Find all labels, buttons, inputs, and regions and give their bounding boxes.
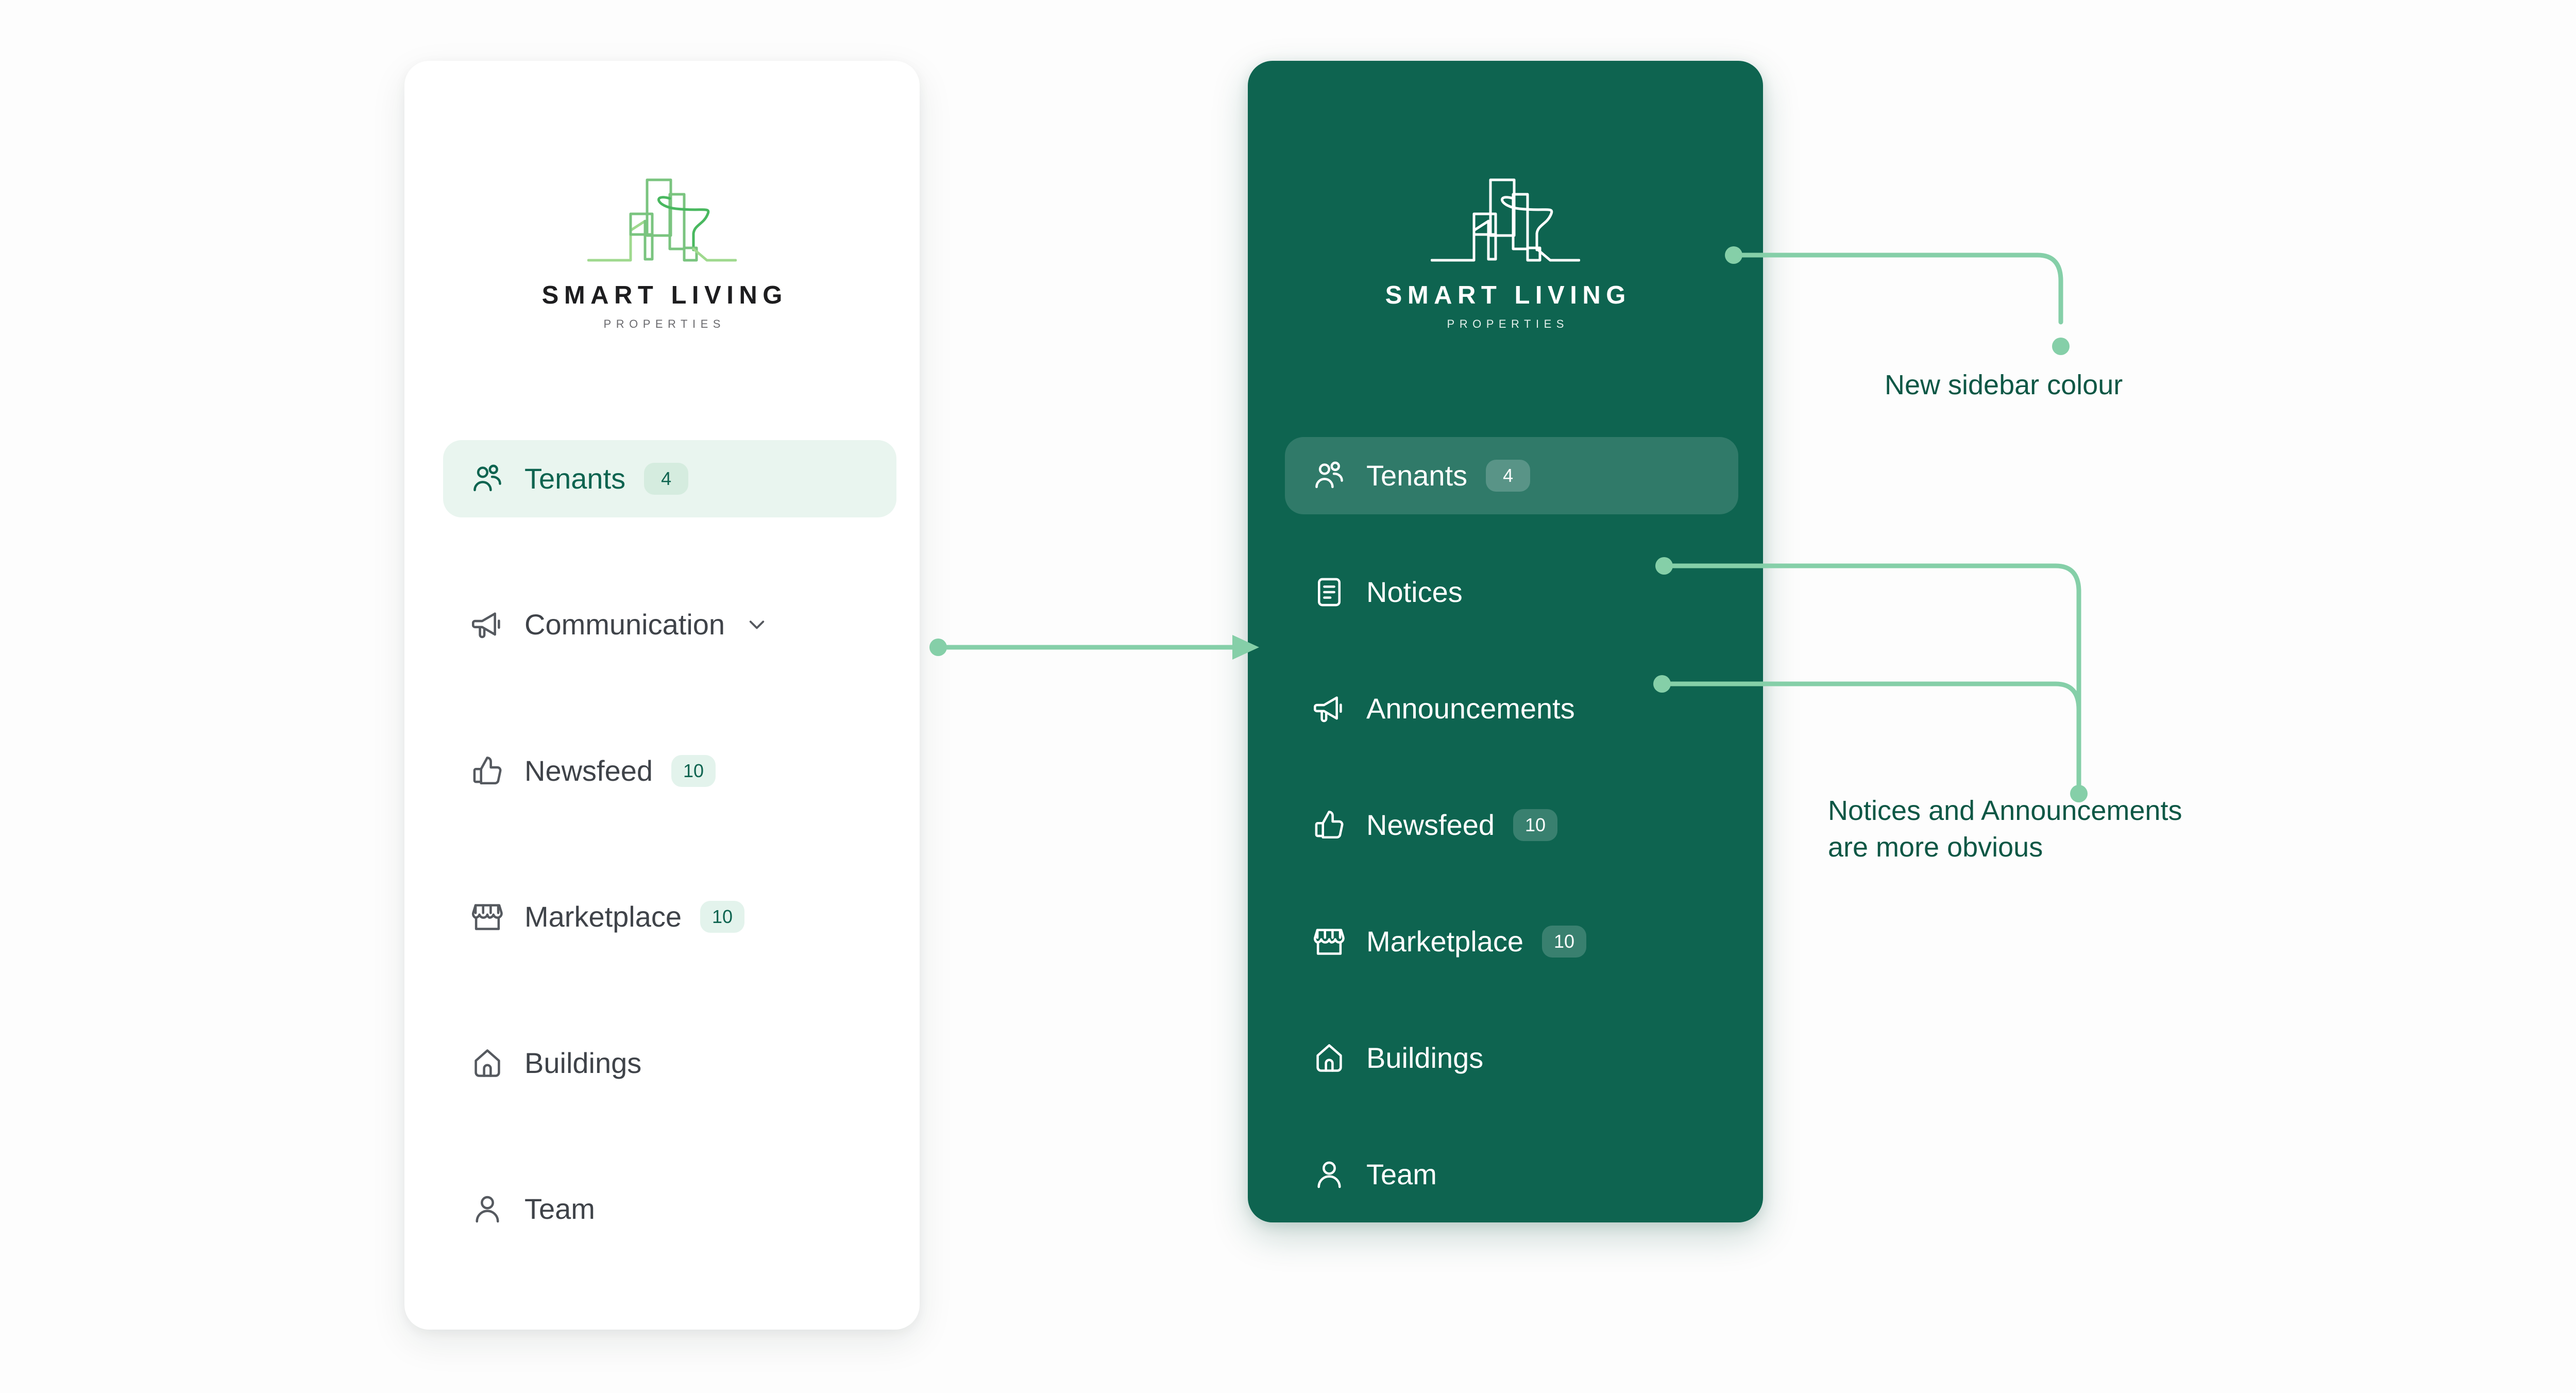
sidebar-item-label: Tenants [1366, 459, 1468, 492]
sidebar-item-newsfeed[interactable]: Newsfeed 10 [443, 732, 896, 810]
building-skyline-logo-icon [587, 178, 737, 262]
sidebar-item-buildings[interactable]: Buildings [1285, 1019, 1738, 1097]
annotation-canvas: SMART LIVING PROPERTIES Tenants 4 Communic… [0, 0, 2576, 1393]
transition-arrow [929, 635, 1259, 660]
storefront-icon [469, 898, 506, 935]
sidebar-item-label: Communication [524, 608, 725, 641]
home-icon [469, 1045, 506, 1082]
document-list-icon [1311, 574, 1348, 611]
annotation-sidebar-colour: New sidebar colour [1885, 370, 2123, 400]
storefront-icon [1311, 923, 1348, 960]
home-icon [1311, 1039, 1348, 1077]
sidebar-item-tenants[interactable]: Tenants 4 [443, 440, 896, 517]
callout-sidebar-colour [1725, 246, 2070, 355]
sidebar-item-badge: 4 [644, 463, 689, 495]
sidebar-item-marketplace[interactable]: Marketplace 10 [1285, 903, 1738, 980]
sidebar-item-label: Newsfeed [1366, 809, 1495, 841]
logo-tagline: PROPERTIES [1447, 317, 1569, 330]
dark-sidebar-card: SMART LIVING PROPERTIES Tenants 4 Notices A… [1248, 61, 1763, 1222]
sidebar-item-badge: 4 [1486, 460, 1531, 492]
sidebar-item-buildings[interactable]: Buildings [443, 1025, 896, 1102]
sidebar-item-label: Marketplace [524, 900, 682, 933]
sidebar-item-newsfeed[interactable]: Newsfeed 10 [1285, 786, 1738, 864]
sidebar-item-marketplace[interactable]: Marketplace 10 [443, 878, 896, 955]
light-sidebar-card: SMART LIVING PROPERTIES Tenants 4 Communic… [404, 61, 920, 1330]
logo-tagline: PROPERTIES [603, 317, 725, 330]
sidebar-item-announcements[interactable]: Announcements [1285, 670, 1738, 747]
megaphone-icon [469, 606, 506, 643]
thumbs-up-icon [1311, 807, 1348, 844]
logo-title: SMART LIVING [541, 281, 788, 309]
user-icon [1311, 1156, 1348, 1193]
sidebar-item-label: Buildings [524, 1047, 642, 1079]
annotation-notices-announcements: Notices and Announcements are more obvio… [1828, 795, 2182, 863]
sidebar-item-badge: 10 [700, 901, 745, 933]
sidebar-item-label: Buildings [1366, 1042, 1484, 1074]
sidebar-item-notices[interactable]: Notices [1285, 553, 1738, 631]
sidebar-item-label: Team [1366, 1158, 1437, 1190]
dark-sidebar-logo: SMART LIVING PROPERTIES [1248, 172, 1763, 330]
sidebar-item-label: Newsfeed [524, 754, 653, 787]
sidebar-item-label: Team [524, 1193, 595, 1225]
sidebar-item-label: Announcements [1366, 692, 1575, 725]
sidebar-item-label: Notices [1366, 576, 1463, 608]
sidebar-item-badge: 10 [671, 755, 716, 787]
light-sidebar-logo: SMART LIVING PROPERTIES [404, 172, 920, 330]
sidebar-item-communication[interactable]: Communication [443, 586, 896, 663]
chevron-down-icon[interactable] [743, 611, 770, 638]
two-users-icon [1311, 457, 1348, 494]
two-users-icon [469, 460, 506, 497]
sidebar-item-team[interactable]: Team [443, 1170, 896, 1248]
sidebar-item-label: Marketplace [1366, 925, 1524, 958]
thumbs-up-icon [469, 752, 506, 790]
sidebar-item-team[interactable]: Team [1285, 1136, 1738, 1213]
building-skyline-logo-icon [1431, 178, 1580, 262]
sidebar-item-badge: 10 [1542, 926, 1587, 958]
sidebar-item-tenants[interactable]: Tenants 4 [1285, 437, 1738, 514]
logo-title: SMART LIVING [1385, 281, 1631, 309]
sidebar-item-badge: 10 [1513, 809, 1558, 841]
megaphone-icon [1311, 690, 1348, 727]
sidebar-item-label: Tenants [524, 462, 626, 495]
user-icon [469, 1190, 506, 1228]
